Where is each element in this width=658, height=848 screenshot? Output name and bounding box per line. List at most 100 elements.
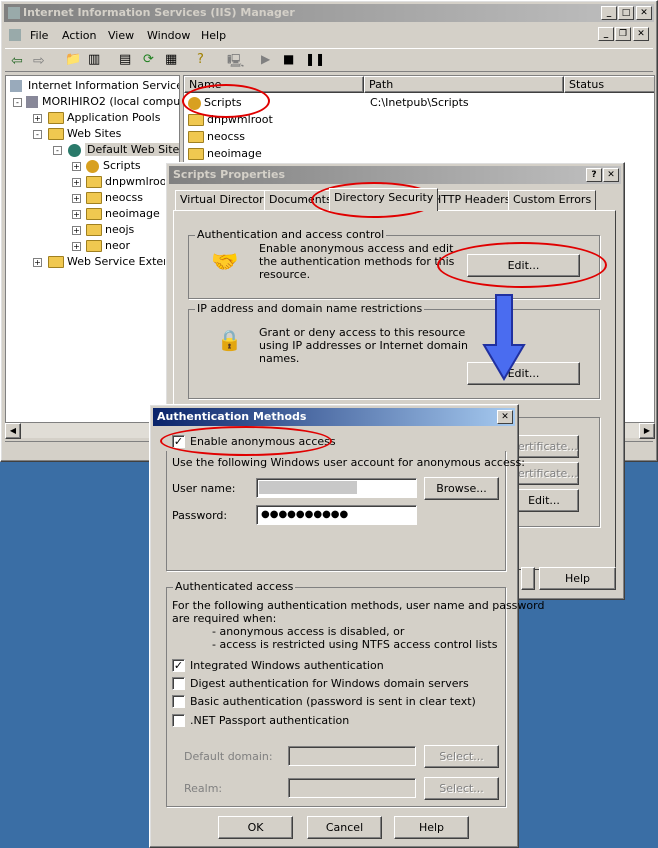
collapse-icon[interactable]: - — [53, 146, 62, 155]
scroll-left-icon[interactable]: ◀ — [5, 423, 21, 439]
tab-virtual-directory[interactable]: Virtual Directory — [175, 190, 276, 210]
maximize-button[interactable]: □ — [618, 6, 634, 20]
pause-icon[interactable]: ❚❚ — [305, 52, 325, 66]
export-icon[interactable]: ▦ — [165, 52, 177, 67]
select-domain-button[interactable]: Select... — [424, 745, 499, 768]
expand-icon[interactable]: + — [33, 258, 42, 267]
tree-neoimage[interactable]: neoimage — [86, 206, 160, 222]
props-cancel-button[interactable] — [521, 567, 535, 590]
folder-icon — [188, 114, 204, 126]
select-realm-button[interactable]: Select... — [424, 777, 499, 800]
close-button[interactable]: ✕ — [636, 6, 652, 20]
folder-icon — [86, 224, 102, 236]
ok-button[interactable]: OK — [218, 816, 293, 839]
menu-help[interactable]: Help — [201, 29, 226, 42]
props-close-button[interactable]: ✕ — [603, 168, 619, 182]
auth-close-button[interactable]: ✕ — [497, 410, 513, 424]
digest-checkbox[interactable] — [172, 677, 185, 690]
expand-icon[interactable]: + — [72, 242, 81, 251]
passport-label[interactable]: .NET Passport authentication — [190, 714, 349, 727]
expand-icon[interactable]: + — [72, 226, 81, 235]
authed-group-label: Authenticated access — [173, 580, 296, 593]
tree-neojs[interactable]: neojs — [86, 222, 134, 238]
tree-web-sites[interactable]: Web Sites — [48, 126, 121, 142]
play-icon[interactable]: ▶ — [261, 52, 270, 66]
expand-icon[interactable]: + — [72, 194, 81, 203]
refresh-icon[interactable]: ⟳ — [143, 52, 154, 67]
lock-icon: 🔒 — [217, 328, 242, 352]
child-minimize-button[interactable]: _ — [598, 27, 614, 41]
show-tree-icon[interactable]: ▥ — [88, 52, 100, 67]
anon-desc: Use the following Windows user account f… — [172, 456, 525, 469]
folder-icon — [48, 256, 64, 268]
computer-icon[interactable]: 🖳 — [227, 52, 244, 74]
digest-label[interactable]: Digest authentication for Windows domain… — [190, 677, 469, 690]
tree-web-service-ext[interactable]: Web Service Extensions — [48, 254, 179, 270]
username-field[interactable] — [256, 478, 417, 498]
menu-window[interactable]: Window — [147, 29, 190, 42]
list-item[interactable]: neocss — [188, 129, 245, 145]
expand-icon[interactable]: + — [72, 162, 81, 171]
computer-node-icon — [26, 96, 38, 108]
row-path: C:\Inetpub\Scripts — [370, 96, 469, 109]
tab-label: Custom Errors — [513, 193, 592, 206]
tree-label: neojs — [105, 223, 135, 236]
tree-computer[interactable]: MORIHIRO2 (local computer) — [26, 94, 179, 110]
tab-directory-security[interactable]: Directory Security — [329, 188, 439, 211]
props-help-button[interactable]: ? — [586, 168, 602, 182]
checkmark-icon: ✓ — [173, 659, 184, 672]
expand-icon[interactable]: + — [72, 210, 81, 219]
child-close-button[interactable]: ✕ — [633, 27, 649, 41]
server-certificate-button[interactable]: Certificate... — [509, 435, 579, 458]
tree-root[interactable]: Internet Information Services — [10, 78, 179, 94]
collapse-icon[interactable]: - — [33, 130, 42, 139]
help-icon[interactable]: ? — [197, 52, 204, 67]
browse-button[interactable]: Browse... — [424, 477, 499, 500]
menu-action[interactable]: Action — [62, 29, 96, 42]
highlight-scripts — [182, 84, 270, 118]
tree-scripts[interactable]: Scripts — [86, 158, 141, 174]
folder-icon — [188, 148, 204, 160]
menu-view[interactable]: View — [108, 29, 134, 42]
tree-neocss[interactable]: neocss — [86, 190, 143, 206]
iis-icon — [10, 80, 22, 92]
tree-default-web-site[interactable]: Default Web Site — [68, 142, 179, 158]
btn-label: Help — [564, 572, 591, 585]
menu-file[interactable]: File — [30, 29, 48, 42]
forward-icon[interactable]: ⇨ — [33, 53, 45, 69]
default-domain-field[interactable] — [288, 746, 416, 766]
passport-checkbox[interactable] — [172, 714, 185, 727]
scroll-right-icon[interactable]: ▶ — [639, 423, 655, 439]
expand-icon[interactable]: + — [72, 178, 81, 187]
help-button[interactable]: Help — [394, 816, 469, 839]
tree-dnpwmlroot[interactable]: dnpwmlroot — [86, 174, 171, 190]
tab-http-headers[interactable]: HTTP Headers — [428, 190, 516, 210]
integrated-checkbox[interactable]: ✓ — [172, 659, 185, 672]
basic-checkbox[interactable] — [172, 695, 185, 708]
col-status[interactable]: Status — [564, 76, 654, 93]
back-icon[interactable]: ⇦ — [11, 53, 23, 69]
list-item[interactable]: neoimage — [188, 146, 262, 162]
tree-app-pools[interactable]: Application Pools — [48, 110, 160, 126]
properties-icon[interactable]: ▤ — [119, 52, 131, 67]
col-path[interactable]: Path — [364, 76, 564, 93]
folder-icon — [48, 112, 64, 124]
cancel-button[interactable]: Cancel — [307, 816, 382, 839]
ip-group: IP address and domain name restrictions … — [188, 302, 600, 399]
stop-icon[interactable]: ■ — [283, 52, 294, 66]
secure-edit-button[interactable]: Edit... — [509, 489, 579, 512]
minimize-button[interactable]: _ — [601, 6, 617, 20]
expand-icon[interactable]: + — [33, 114, 42, 123]
up-folder-icon[interactable]: 📁 — [65, 52, 81, 67]
basic-label[interactable]: Basic authentication (password is sent i… — [190, 695, 476, 708]
props-help-bottom-button[interactable]: Help — [539, 567, 616, 590]
child-restore-button[interactable]: ❐ — [615, 27, 631, 41]
integrated-label[interactable]: Integrated Windows authentication — [190, 659, 384, 672]
row-name: neocss — [207, 130, 245, 143]
tree-neor[interactable]: neor — [86, 238, 130, 254]
realm-field[interactable] — [288, 778, 416, 798]
collapse-icon[interactable]: - — [13, 98, 22, 107]
password-field[interactable]: ●●●●●●●●●● — [256, 505, 417, 525]
username-value — [259, 481, 357, 494]
tab-custom-errors[interactable]: Custom Errors — [508, 190, 597, 210]
